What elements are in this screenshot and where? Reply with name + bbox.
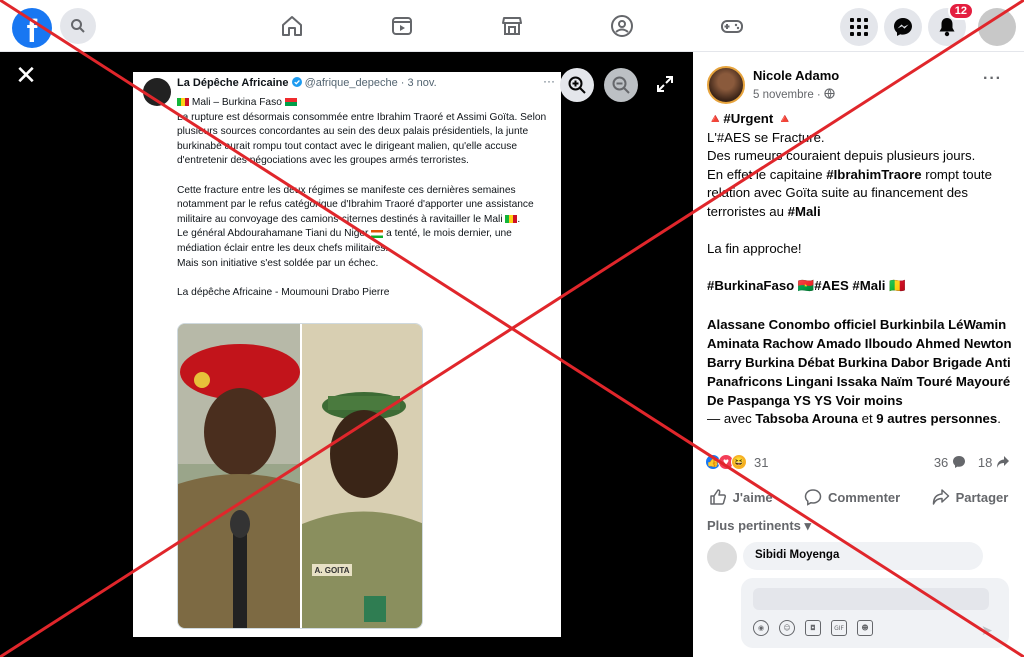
comment-bubble-icon [952,456,965,468]
post-line-content: En effet le capitaine #IbrahimTraore rom… [707,166,992,219]
send-icon[interactable]: ➤ [981,622,997,638]
search-icon [71,19,85,33]
tweet-photo-collage: A. GOITA [177,323,423,629]
post-text: 🔺#Urgent 🔺 L'#AES se Fracture. Des rumeu… [707,110,1019,428]
verified-badge-icon [291,77,302,87]
reaction-summary[interactable]: 👍 ♥ 😆 31 [705,454,768,470]
tweet-paragraph-1: La rupture est désormais consommée entre… [177,111,547,167]
post-actions: J'aime Commenter Partager [693,482,1024,512]
composer-tools: ◉ ☺ ◘ GIF ☻ [753,620,873,636]
tweet-header: La Dépêche Africaine @afrique_depeche · … [177,77,437,89]
tweet-avatar [143,78,171,106]
tweet-paragraph-4: Mais son initiative s'est soldée par un … [177,257,379,269]
marketplace-tab[interactable] [498,12,526,40]
haha-reaction-icon: 😆 [731,454,747,470]
share-arrow-icon [997,456,1009,468]
burkina-flag-icon [284,98,297,107]
tweet-paragraph-2: Cette fracture entre les deux régimes se… [177,184,534,225]
video-tab[interactable] [388,12,416,40]
post-line-fin: La fin approche! [707,241,802,257]
post-line-rumeurs: Des rumeurs couraient depuis plusieurs j… [707,148,976,164]
avatar-sticker-icon[interactable]: ◉ [753,620,769,636]
gaming-tab[interactable] [718,12,746,40]
zoom-in-button[interactable] [560,68,594,102]
facebook-photo-viewer: f 12 ✕ La Dépêche Africaine @afrique_dep… [0,0,1024,657]
like-button[interactable]: J'aime [709,488,773,506]
zoom-in-icon [568,76,586,94]
gif-icon[interactable]: GIF [831,620,847,636]
close-viewer-button[interactable]: ✕ [14,63,38,89]
tweet-handle: @afrique_depeche · 3 nov. [304,77,437,89]
notification-badge: 12 [947,2,974,20]
leaders-photo: A. GOITA [178,324,422,628]
tweet-body: Mali – Burkina Faso La rupture est désor… [177,96,557,300]
top-navigation-bar: f 12 [0,0,1024,52]
tagged-person-link[interactable]: Tabsoba Arouna [755,411,858,426]
video-icon [392,17,412,35]
share-button[interactable]: Partager [932,488,1008,506]
tweet-paragraph-3: Le général Abdourahamane Tiani du Niger … [177,228,512,254]
niger-flag-icon [371,229,384,238]
comment-composer: ◉ ☺ ◘ GIF ☻ ➤ [741,578,1009,648]
home-tab[interactable] [278,12,306,40]
bell-icon [939,18,955,37]
engagement-counts: 36 18 [934,455,1010,470]
globe-icon [824,88,835,99]
comment-filter[interactable]: Plus pertinents ▾ [707,518,811,534]
menu-grid-icon [850,18,868,36]
comment-input[interactable] [753,588,989,610]
tweet-author: La Dépêche Africaine [177,77,289,89]
post-hashtags[interactable]: #BurkinaFaso 🇧🇫#AES #Mali 🇲🇱 [707,277,1019,296]
chevron-down-icon: ▾ [804,518,812,533]
expand-icon[interactable] [655,74,675,94]
hashtag-ibrahimtraore[interactable]: #IbrahimTraore [826,167,921,182]
messenger-button[interactable] [884,8,922,46]
tweet-screenshot: La Dépêche Africaine @afrique_depeche · … [133,72,561,637]
share-icon [932,489,949,505]
post-date[interactable]: 5 novembre · [753,88,835,101]
thumbs-up-icon [709,489,726,505]
post-line-urgent: 🔺#Urgent 🔺 [707,111,794,126]
account-avatar[interactable] [978,8,1016,46]
post-author[interactable]: Nicole Adamo [753,68,839,83]
sticker-icon[interactable]: ☻ [857,620,873,636]
commenter-avatar[interactable] [707,542,737,572]
zoom-out-icon [612,76,630,94]
hashtag-mali[interactable]: #Mali [788,204,821,219]
groups-icon [611,15,633,37]
commenter-name[interactable]: Sibidi Moyenga [755,549,839,561]
home-icon [282,16,302,36]
others-link[interactable]: 9 autres personnes [876,411,997,426]
camera-icon[interactable]: ◘ [805,620,821,636]
messenger-icon [894,18,912,36]
post-line-fracture: L'#AES se Fracture. [707,129,825,145]
gaming-icon [721,20,743,33]
tweet-more-icon: ··· [543,74,555,88]
groups-tab[interactable] [608,12,636,40]
with-line: — avec Tabsoba Arouna et 9 autres person… [707,410,1001,426]
tweet-title: Mali – Burkina Faso [177,96,557,111]
facebook-logo[interactable]: f [12,8,52,49]
share-count[interactable]: 18 [978,455,1010,470]
marketplace-icon [502,17,522,35]
tagged-people[interactable]: Alassane Conombo officiel Burkinbila LéW… [707,315,1019,410]
mali-flag-icon [505,215,518,224]
photo-viewer: ✕ La Dépêche Africaine @afrique_depeche … [0,52,693,657]
comment-bubble: Sibidi Moyenga [743,542,983,570]
post-panel: Nicole Adamo 5 novembre · ··· 🔺#Urgent 🔺… [693,52,1024,657]
author-avatar[interactable] [707,66,745,104]
menu-button[interactable] [840,8,878,46]
zoom-out-button[interactable] [604,68,638,102]
emoji-icon[interactable]: ☺ [779,620,795,636]
reaction-count: 31 [754,454,769,470]
notifications-button[interactable]: 12 [928,2,974,46]
search-button[interactable] [60,8,96,44]
mali-flag-icon [177,98,189,107]
comment-button[interactable]: Commenter [804,488,900,506]
comment-icon [804,489,822,506]
post-options-icon[interactable]: ··· [983,70,1002,88]
tweet-signature: La dépêche Africaine - Moumouni Drabo Pi… [177,286,390,298]
nametag-label: A. GOITA [315,566,350,575]
comment-count[interactable]: 36 [934,455,966,470]
